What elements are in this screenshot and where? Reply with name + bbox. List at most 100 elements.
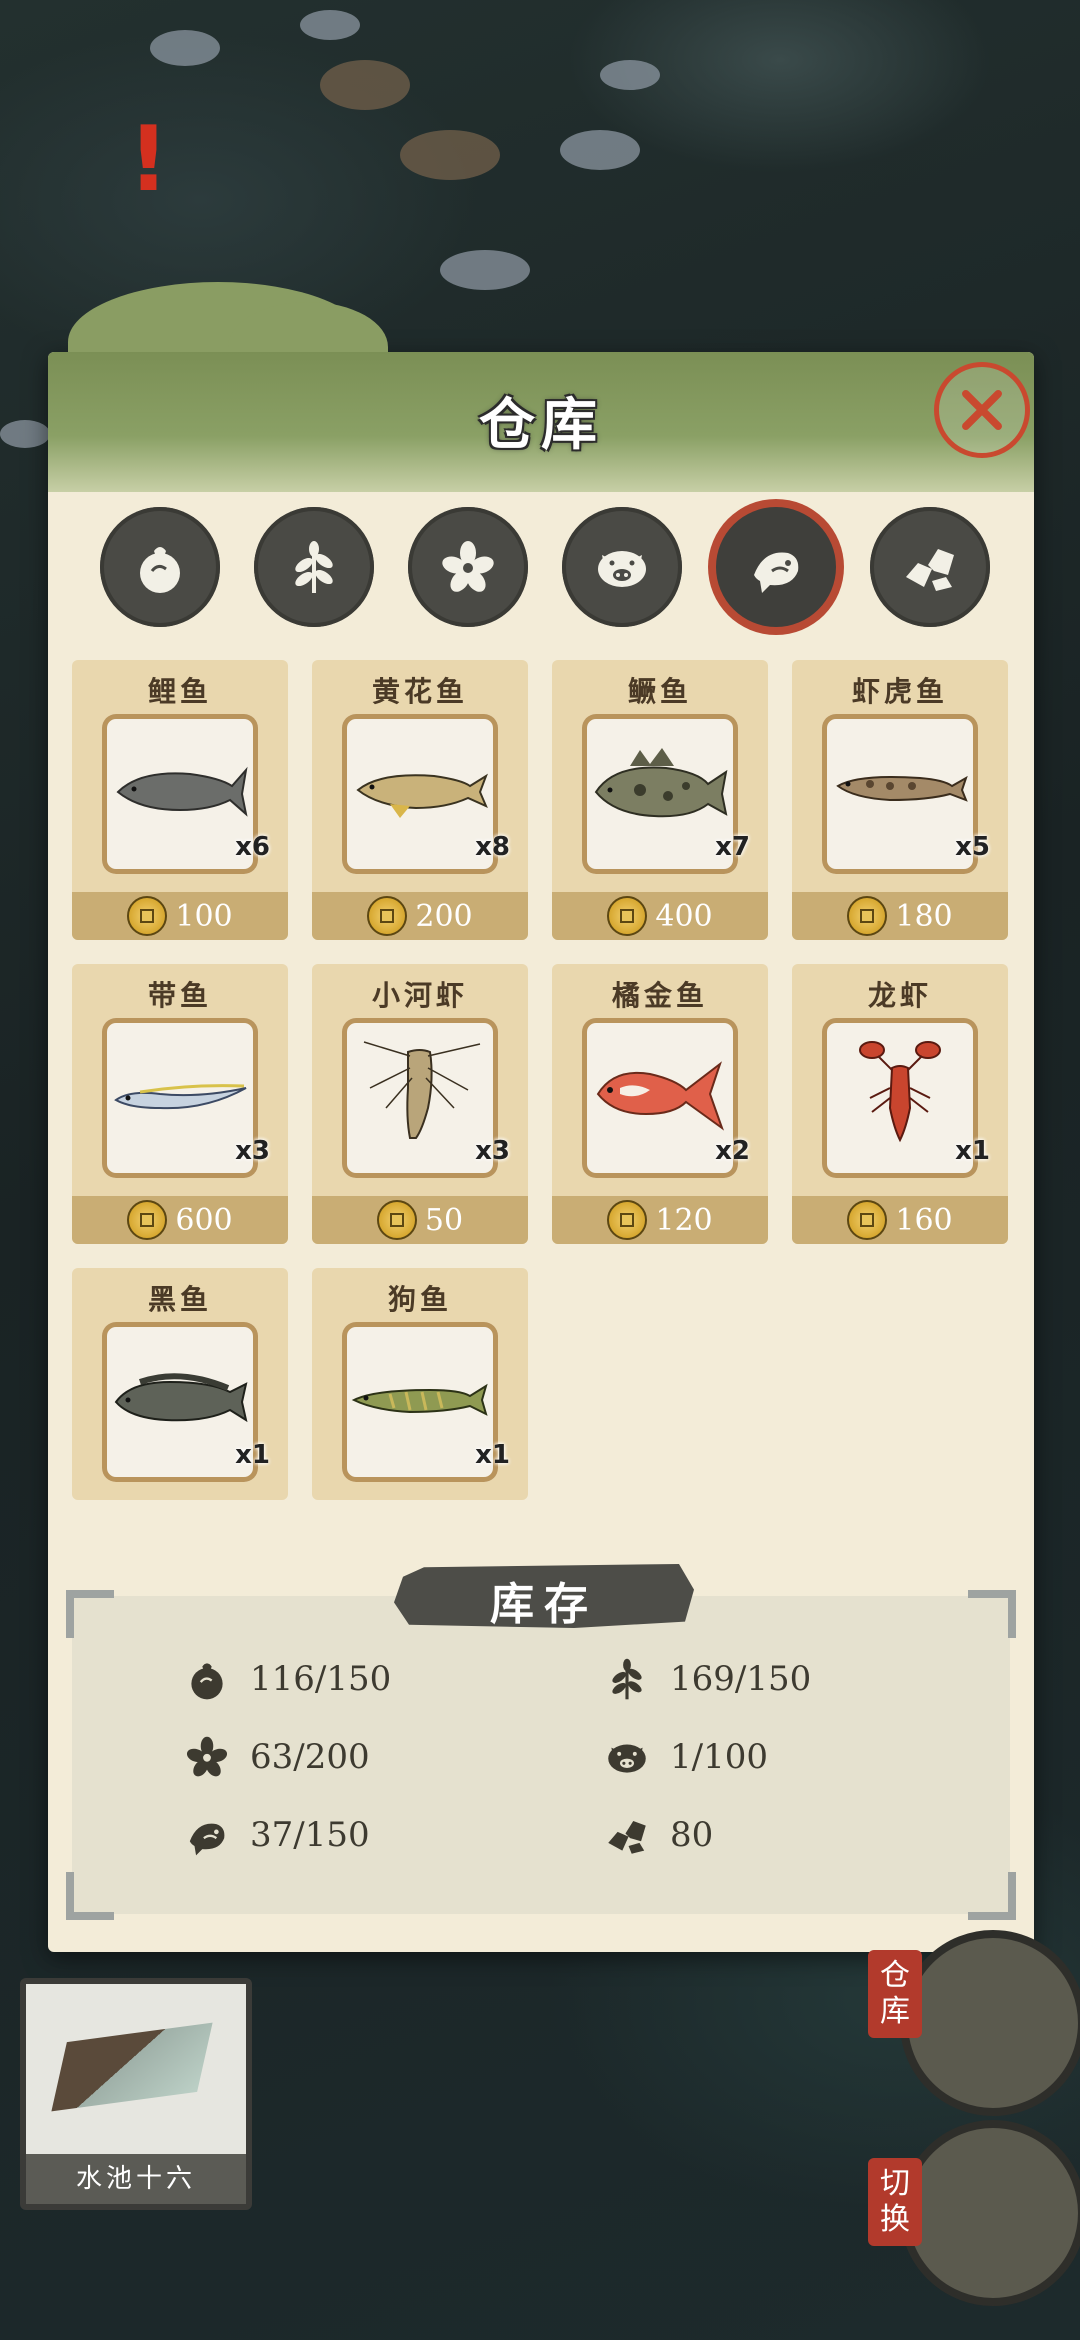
coin-icon <box>607 896 648 936</box>
item-quantity: x1 <box>955 1136 990 1166</box>
stepping-stone <box>600 60 660 90</box>
item-card-mandarin-fish[interactable]: 鳜鱼 x7 400 <box>552 660 768 940</box>
inventory-livestock: 1/100 <box>602 1732 768 1782</box>
switch-button[interactable]: 切换 <box>868 2158 922 2246</box>
item-quantity: x3 <box>475 1136 510 1166</box>
carp-icon <box>116 766 248 817</box>
item-card-goldfish[interactable]: 橘金鱼 x2 120 <box>552 964 768 1244</box>
price-bar: 50 <box>312 1196 528 1244</box>
pond-selector[interactable]: 水池十六 <box>20 1978 252 2210</box>
stepping-stone <box>150 30 220 66</box>
price-bar: 400 <box>552 892 768 940</box>
item-quantity: x6 <box>235 832 270 862</box>
crayfish-icon <box>859 1041 941 1143</box>
warehouse-panel: 仓库 鲤鱼 x6 100 黄花鱼 x8 200 鳜鱼 x7 400 虾虎鱼 x5… <box>48 282 1034 1952</box>
pig-count: 1/100 <box>670 1737 768 1777</box>
tab-flower[interactable] <box>408 507 528 627</box>
pike-icon <box>351 1383 488 1416</box>
warehouse-round-button[interactable] <box>900 1930 1080 2116</box>
vegetable-icon <box>191 1663 223 1700</box>
stepping-stone <box>440 250 530 290</box>
close-button[interactable] <box>934 362 1030 458</box>
fish-count: 37/150 <box>250 1815 370 1855</box>
inventory-fish: 37/150 <box>182 1810 370 1860</box>
pig-icon <box>608 1744 646 1773</box>
item-card-pike[interactable]: 狗鱼 x1 <box>312 1268 528 1500</box>
item-name: 黄花鱼 <box>371 675 468 708</box>
pond-icon <box>51 2022 213 2112</box>
panel-title: 仓库 <box>479 392 603 458</box>
item-name: 鲤鱼 <box>147 675 212 708</box>
price-bar: 600 <box>72 1196 288 1244</box>
item-quantity: x5 <box>955 832 990 862</box>
coin-icon <box>376 1200 417 1240</box>
item-name: 虾虎鱼 <box>851 675 948 708</box>
frame-corner <box>968 1590 1016 1638</box>
item-price: 120 <box>655 1202 713 1238</box>
tab-herb[interactable] <box>254 507 374 627</box>
item-card-yellow-croaker[interactable]: 黄花鱼 x8 200 <box>312 660 528 940</box>
tab-livestock[interactable] <box>562 507 682 627</box>
item-card-snakehead[interactable]: 黑鱼 x1 <box>72 1268 288 1500</box>
item-price: 180 <box>895 898 953 934</box>
ore-icon <box>608 1820 646 1854</box>
item-name: 小河虾 <box>371 979 468 1012</box>
item-quantity: x7 <box>715 832 750 862</box>
inventory-section: 库存 116/150 169/150 63/200 1/100 37/150 8… <box>66 1564 1016 1920</box>
item-price: 160 <box>895 1202 953 1238</box>
warehouse-button[interactable]: 仓库 <box>868 1950 922 2038</box>
goldfish-icon <box>596 1061 725 1131</box>
item-card-river-shrimp[interactable]: 小河虾 x3 50 <box>312 964 528 1244</box>
yellow-croaker-icon <box>356 773 488 818</box>
stepping-stone <box>0 420 50 448</box>
item-price: 400 <box>655 898 713 934</box>
item-price: 600 <box>175 1202 233 1238</box>
item-quantity: x1 <box>475 1440 510 1470</box>
item-price: 100 <box>175 898 233 934</box>
herb-count: 169/150 <box>670 1659 812 1699</box>
flower-icon <box>186 1736 228 1777</box>
item-name: 龙虾 <box>867 979 932 1012</box>
snakehead-icon <box>114 1373 248 1423</box>
item-price: 200 <box>415 898 473 934</box>
inventory-herb: 169/150 <box>602 1654 811 1704</box>
herb-icon <box>612 1658 642 1700</box>
close-icon <box>962 390 1002 430</box>
ore-icon <box>906 549 954 591</box>
stepping-stone <box>560 130 640 170</box>
coin-icon <box>607 1200 648 1240</box>
herb-icon <box>295 541 333 593</box>
coin-icon <box>127 1200 168 1240</box>
coin-icon <box>367 896 408 936</box>
mandarin-fish-icon <box>594 748 728 818</box>
shrimp-icon <box>363 1041 481 1139</box>
price-bar: 100 <box>72 892 288 940</box>
vegetable-icon <box>140 547 180 593</box>
item-card-goby[interactable]: 虾虎鱼 x5 180 <box>792 660 1008 940</box>
pig-icon <box>598 551 646 587</box>
tab-vegetable[interactable] <box>100 507 220 627</box>
item-quantity: x2 <box>715 1136 750 1166</box>
item-card-hairtail[interactable]: 带鱼 x3 600 <box>72 964 288 1244</box>
fish-icon <box>189 1823 225 1856</box>
price-bar: 160 <box>792 1196 1008 1244</box>
fish-icon <box>754 552 799 593</box>
coin-icon <box>847 1200 888 1240</box>
goby-icon <box>836 775 968 802</box>
flower-icon <box>442 541 494 592</box>
item-card-crayfish[interactable]: 龙虾 x1 160 <box>792 964 1008 1244</box>
inventory-vegetable: 116/150 <box>182 1654 391 1704</box>
price-bar: 180 <box>792 892 1008 940</box>
stepping-stone <box>300 10 360 40</box>
item-name: 黑鱼 <box>147 1283 212 1316</box>
vegetable-count: 116/150 <box>250 1659 392 1699</box>
frame-corner <box>968 1872 1016 1920</box>
inventory-title: 库存 <box>490 1579 598 1630</box>
switch-round-button[interactable] <box>900 2120 1080 2306</box>
tab-ore[interactable] <box>870 507 990 627</box>
tab-fish[interactable] <box>716 507 836 627</box>
nest <box>320 60 410 110</box>
item-card-carp[interactable]: 鲤鱼 x6 100 <box>72 660 288 940</box>
item-name: 狗鱼 <box>387 1283 452 1316</box>
item-grid: 鲤鱼 x6 100 黄花鱼 x8 200 鳜鱼 x7 400 虾虎鱼 x5 18… <box>72 660 1012 1500</box>
